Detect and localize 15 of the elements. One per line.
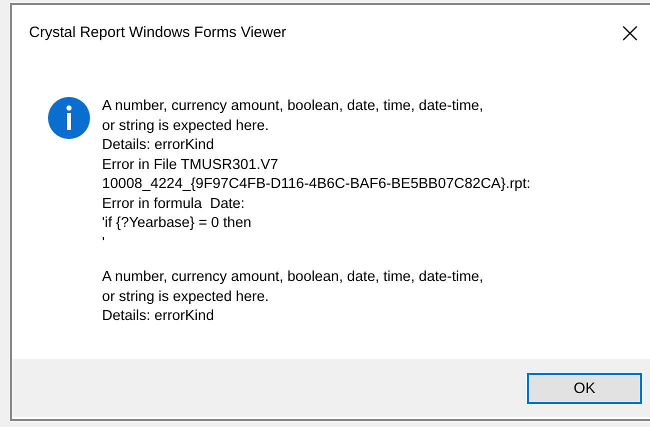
message-line: or string is expected here. [102,116,270,136]
message-line: Error in formula Date: [102,194,246,214]
message-line: or string is expected here. [102,288,270,306]
window-title: Crystal Report Windows Forms Viewer [29,24,286,41]
message-line: 10008_4224_{9F97C4FB-D116-4B6C-BAF6-BE5BB07C82CA}.rpt: [102,175,531,194]
message-line: 'if {?Yearbase} = 0 then [102,214,252,233]
message-line: A number, currency amount, boolean, date, time, date-time, [102,97,484,116]
info-icon [48,97,90,139]
message-line: Details: errorKind [102,307,216,326]
message-line: A number, currency amount, boolean, date, time, date-time, [102,268,484,287]
close-button[interactable]: × [610,12,650,52]
ok-button[interactable]: OK [527,372,642,404]
message-line: ' [102,234,106,252]
message-line: Error in File TMUSR301.V7 [102,156,280,174]
message-line: Details: errorKind [102,136,216,155]
